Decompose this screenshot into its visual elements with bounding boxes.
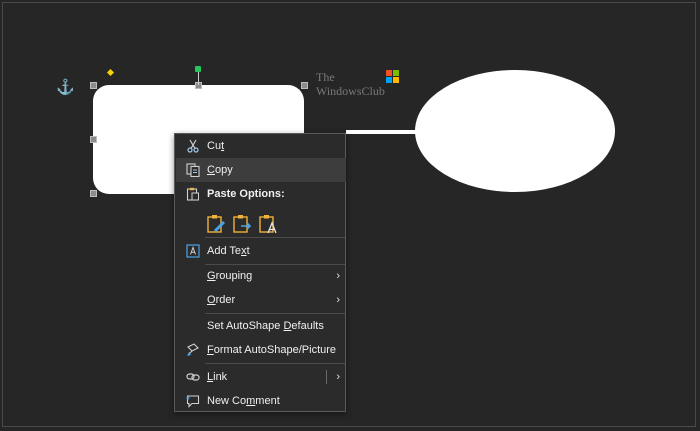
menu-item-grouping-label: Grouping xyxy=(207,270,253,282)
menu-item-format-autoshape[interactable]: Format AutoShape/Picture xyxy=(176,338,346,362)
menu-item-cut-label: Cut xyxy=(207,140,225,152)
rotation-handle-stem xyxy=(198,71,199,85)
menu-item-link-label: Link xyxy=(207,371,228,383)
watermark-line2: WindowsClub xyxy=(316,84,385,98)
text-box-icon xyxy=(186,244,200,258)
ellipse-shape[interactable] xyxy=(415,70,615,192)
menu-item-order-label: Order xyxy=(207,294,236,306)
slide-canvas xyxy=(2,2,696,427)
windows-logo-icon xyxy=(386,70,399,83)
split-button-divider xyxy=(326,370,327,384)
format-paint-icon xyxy=(187,343,199,356)
watermark-line1: The xyxy=(316,70,335,84)
scissors-icon xyxy=(187,139,199,153)
paste-use-destination-theme-icon[interactable] xyxy=(231,213,253,235)
rotation-handle[interactable] xyxy=(195,66,201,72)
menu-item-add-text[interactable]: Add Text xyxy=(176,239,346,263)
context-menu: Cut Copy Paste Options: Add Text Groupin… xyxy=(174,133,346,412)
comment-icon xyxy=(186,395,200,408)
connector-line[interactable] xyxy=(346,130,416,134)
resize-handle-top-left[interactable] xyxy=(90,82,97,89)
chevron-right-icon: › xyxy=(336,371,340,383)
resize-handle-top-right[interactable] xyxy=(301,82,308,89)
menu-item-add-text-label: Add Text xyxy=(207,245,250,257)
menu-item-cut[interactable]: Cut xyxy=(176,134,346,158)
menu-item-grouping[interactable]: Grouping › xyxy=(176,264,346,288)
chevron-right-icon: › xyxy=(336,270,340,282)
menu-item-format-label: Format AutoShape/Picture xyxy=(207,344,337,356)
copy-icon xyxy=(186,163,200,177)
link-icon xyxy=(186,373,200,381)
paste-keep-source-formatting-icon[interactable] xyxy=(205,213,227,235)
menu-item-paste-options: Paste Options: xyxy=(176,182,346,206)
anchor-icon: ⚓ xyxy=(56,79,75,96)
menu-item-copy-label: Copy xyxy=(207,164,233,176)
menu-item-new-comment-label: New Comment xyxy=(207,395,280,407)
menu-item-set-defaults-label: Set AutoShape Defaults xyxy=(207,320,324,332)
paste-options-label: Paste Options: xyxy=(207,188,285,200)
menu-separator xyxy=(205,363,345,364)
paste-keep-text-only-icon[interactable] xyxy=(257,213,279,235)
resize-handle-left[interactable] xyxy=(90,136,97,143)
menu-item-set-autoshape-defaults[interactable]: Set AutoShape Defaults xyxy=(176,314,346,338)
menu-separator xyxy=(205,237,345,238)
menu-item-link[interactable]: Link › xyxy=(176,365,346,389)
menu-item-copy[interactable]: Copy xyxy=(176,158,346,182)
clipboard-icon xyxy=(186,187,199,201)
menu-item-new-comment[interactable]: New Comment xyxy=(176,389,346,413)
watermark: The WindowsClub xyxy=(316,70,411,100)
menu-item-order[interactable]: Order › xyxy=(176,288,346,312)
chevron-right-icon: › xyxy=(336,294,340,306)
resize-handle-bottom-left[interactable] xyxy=(90,190,97,197)
